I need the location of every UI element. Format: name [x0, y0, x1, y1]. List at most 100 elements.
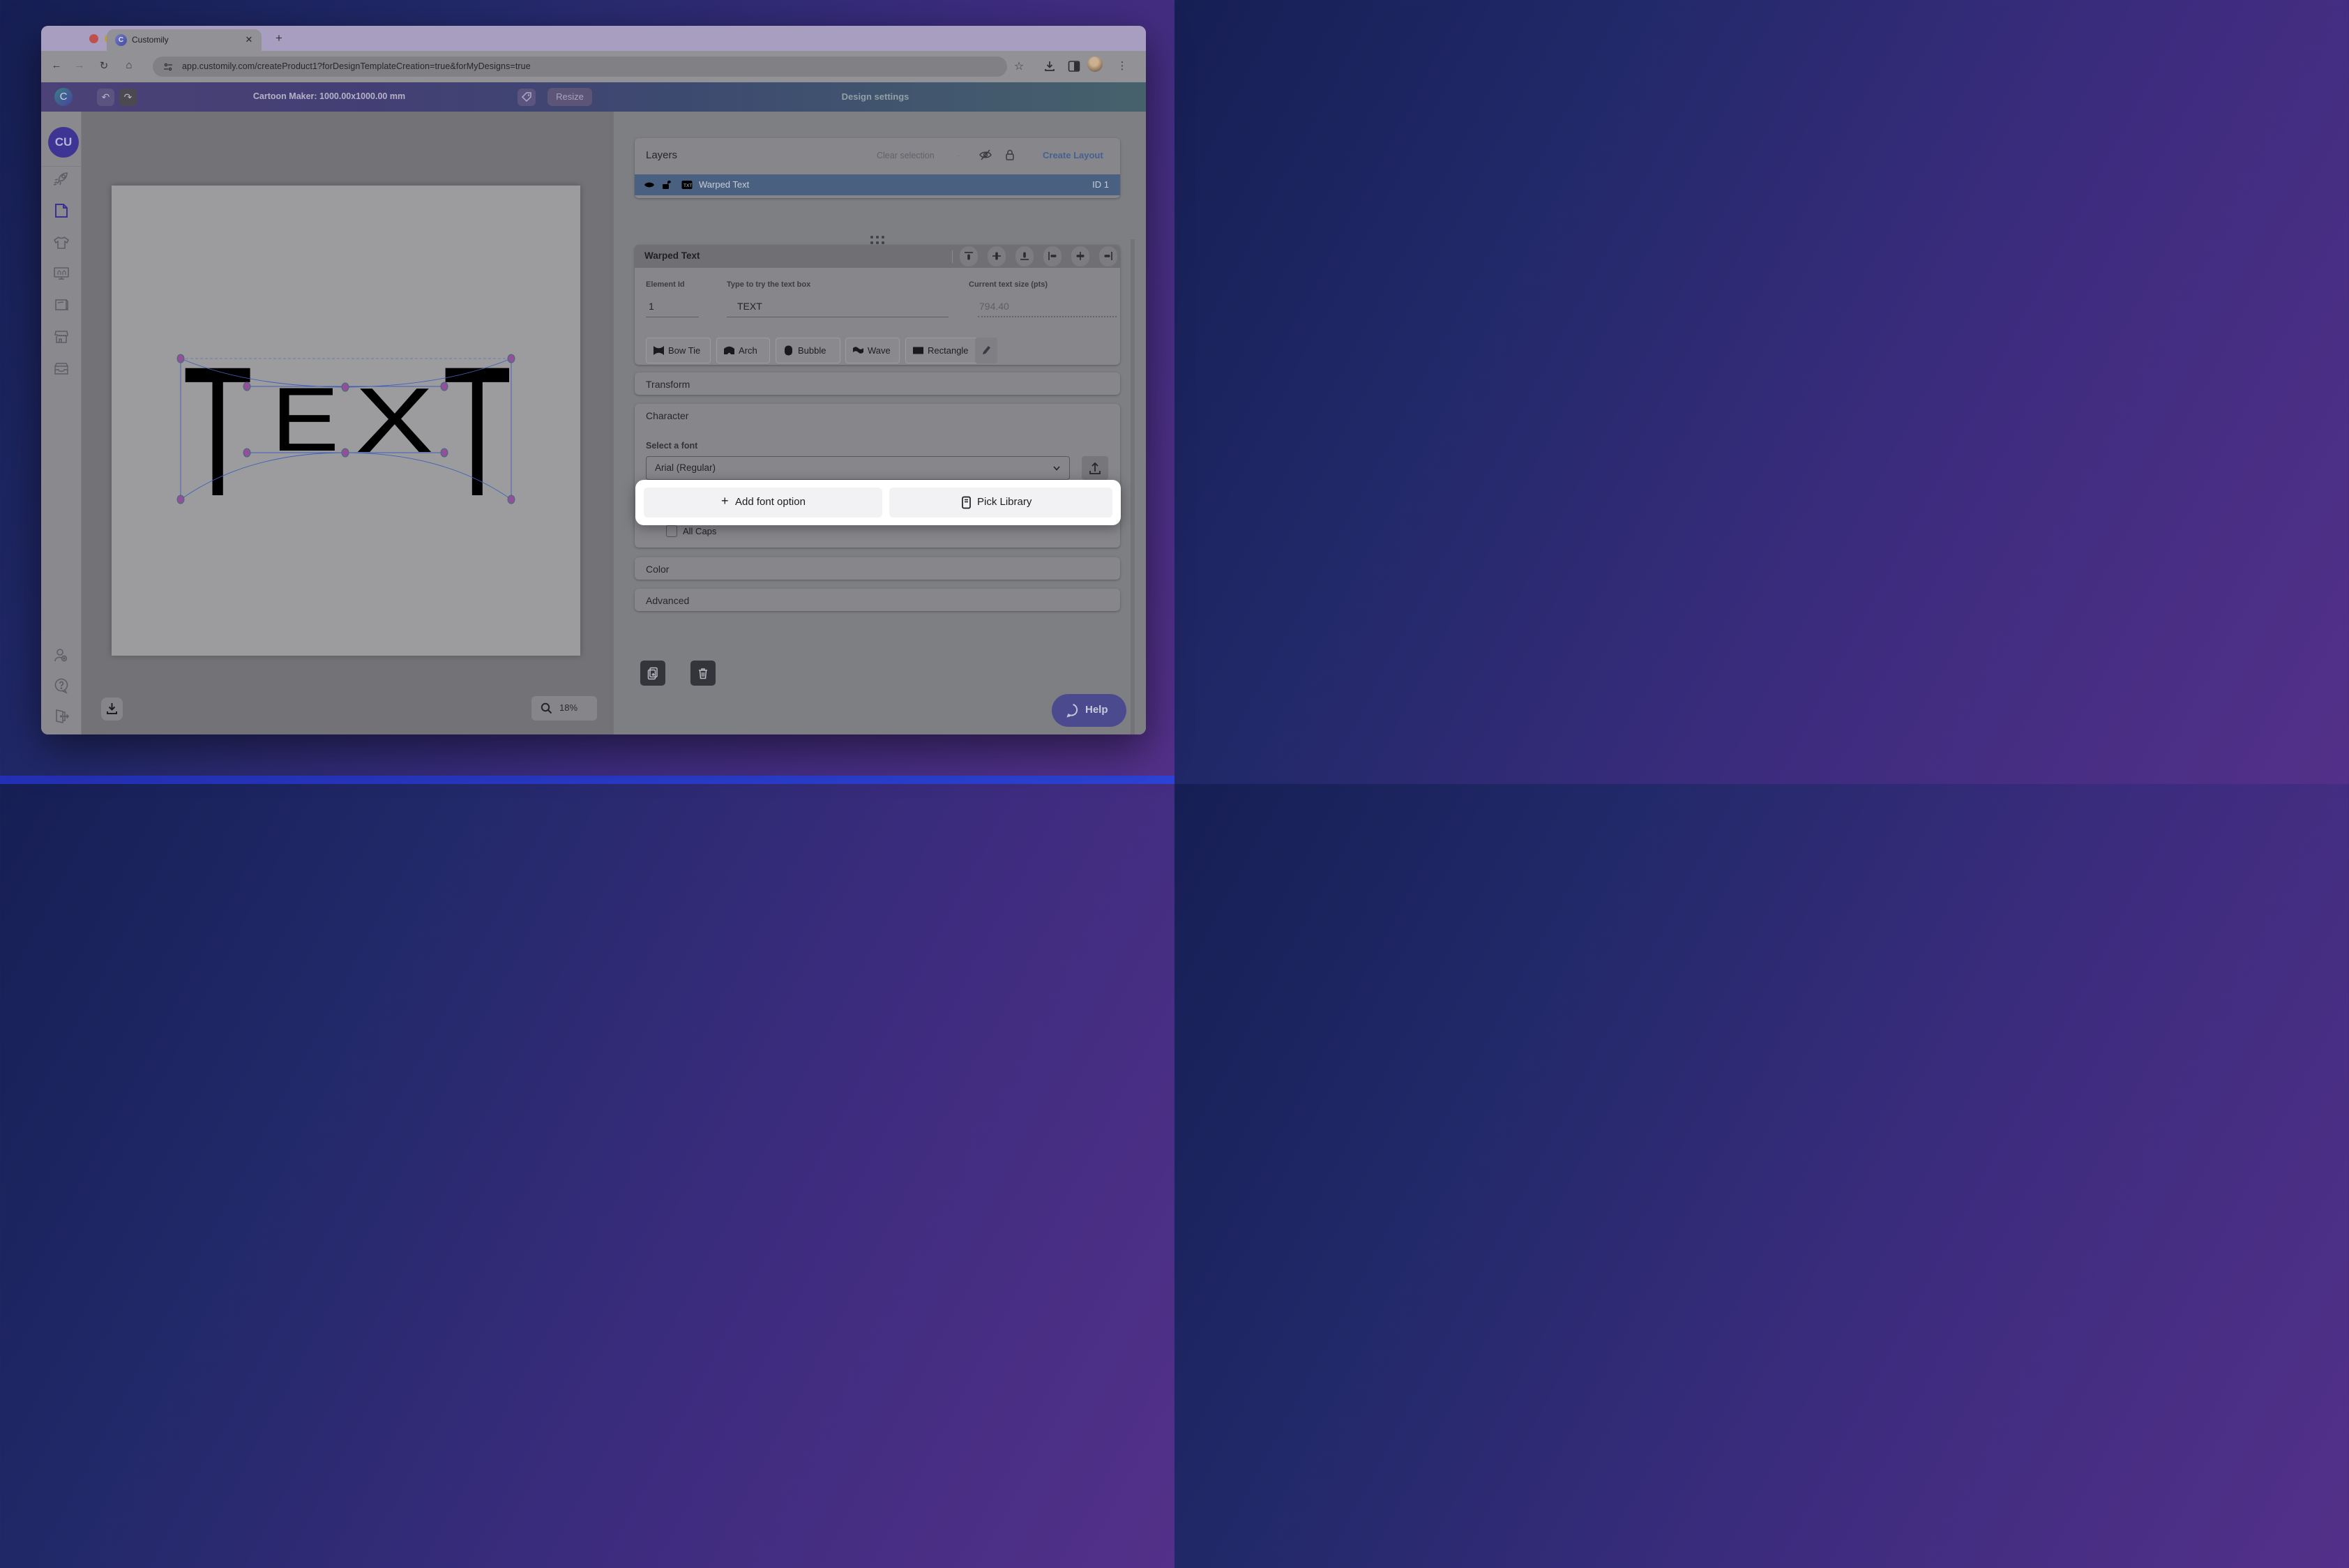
- upload-icon: [1089, 461, 1101, 475]
- bookmark-star-icon[interactable]: ☆: [1012, 59, 1026, 73]
- design-settings-title: Design settings: [842, 91, 909, 102]
- font-options-callout: + Add font option Pick Library: [635, 480, 1121, 525]
- site-settings-icon[interactable]: [163, 61, 174, 73]
- warped-text-card: Warped Text: [635, 245, 1120, 365]
- upload-font-button[interactable]: [1082, 456, 1108, 480]
- tab-close-icon[interactable]: ✕: [243, 34, 255, 45]
- new-tab-button[interactable]: +: [275, 31, 282, 45]
- layers-title: Layers: [646, 149, 677, 161]
- library-icon: [960, 496, 972, 509]
- window-close-button[interactable]: [89, 34, 98, 43]
- editor-topbar: C ↶ ↷ Cartoon Maker: 1000.00x1000.00 mm …: [41, 82, 1146, 112]
- download-icon: [106, 702, 118, 716]
- profile-avatar[interactable]: [1087, 56, 1103, 72]
- warped-text-title: Warped Text: [644, 250, 700, 261]
- align-middle-button[interactable]: [988, 246, 1006, 266]
- zoom-value: 18%: [559, 702, 577, 713]
- tab-favicon: C: [115, 34, 127, 46]
- tag-icon[interactable]: [518, 89, 536, 106]
- add-font-option-button[interactable]: + Add font option: [644, 488, 882, 518]
- character-section[interactable]: Character Select a font Arial (Regular) …: [635, 404, 1120, 548]
- dot-separator: ·: [957, 151, 960, 160]
- shape-arch-button[interactable]: Arch: [716, 338, 770, 363]
- cards-icon[interactable]: [52, 296, 70, 314]
- account-settings-icon[interactable]: [52, 647, 70, 665]
- help-bubble-icon[interactable]: [52, 677, 70, 695]
- back-icon[interactable]: ←: [50, 59, 63, 71]
- resize-button[interactable]: Resize: [547, 88, 592, 106]
- customily-app: C ↶ ↷ Cartoon Maker: 1000.00x1000.00 mm …: [41, 82, 1146, 734]
- type-text-label: Type to try the text box: [727, 280, 810, 289]
- text-size-value: 794.40: [979, 301, 1009, 312]
- type-text-value[interactable]: TEXT: [737, 301, 762, 312]
- font-select[interactable]: Arial (Regular): [646, 456, 1070, 480]
- svg-text:TXT: TXT: [683, 183, 692, 188]
- browser-tab[interactable]: C Customily ✕: [107, 29, 262, 51]
- color-section[interactable]: Color: [635, 557, 1120, 580]
- redo-icon[interactable]: ↷: [119, 89, 137, 106]
- warped-text-header: Warped Text: [635, 245, 1120, 268]
- transform-section[interactable]: Transform: [635, 372, 1120, 395]
- design-canvas[interactable]: T E X T: [82, 112, 614, 734]
- shape-bowtie-button[interactable]: Bow Tie: [646, 338, 711, 363]
- align-top-button[interactable]: [960, 246, 978, 266]
- align-center-button[interactable]: [1071, 246, 1089, 266]
- address-bar[interactable]: app.customily.com/createProduct1?forDesi…: [153, 56, 1007, 77]
- wave-icon: [852, 345, 864, 356]
- help-label: Help: [1085, 704, 1108, 716]
- downloads-icon[interactable]: [1043, 60, 1056, 73]
- inbox-icon[interactable]: [52, 360, 70, 378]
- zoom-control[interactable]: 18%: [531, 696, 597, 721]
- align-left-button[interactable]: [1043, 246, 1062, 266]
- panel-scrollbar[interactable]: [1131, 239, 1135, 734]
- advanced-section[interactable]: Advanced: [635, 589, 1120, 611]
- element-id-value[interactable]: 1: [649, 301, 654, 312]
- account-badge[interactable]: CU: [48, 127, 79, 158]
- layer-visibility-icon[interactable]: [643, 179, 656, 191]
- reload-icon[interactable]: ↻: [97, 59, 111, 72]
- align-bottom-button[interactable]: [1015, 246, 1034, 266]
- side-panel-icon[interactable]: [1068, 60, 1080, 73]
- arch-icon: [723, 345, 735, 356]
- all-caps-checkbox[interactable]: [666, 525, 677, 537]
- trash-icon: [696, 666, 710, 680]
- layer-unlock-icon[interactable]: [660, 179, 672, 191]
- url-text: app.customily.com/createProduct1?forDesi…: [182, 61, 531, 71]
- browser-window: C Customily ✕ + ← → ↻ ⌂ app.customily.co…: [41, 26, 1146, 734]
- canvas-scrollbar[interactable]: [609, 112, 612, 734]
- store-icon[interactable]: [52, 328, 70, 346]
- select-font-label: Select a font: [646, 441, 697, 451]
- browser-menu-icon[interactable]: ⋮: [1115, 59, 1129, 72]
- shape-bubble-button[interactable]: Bubble: [776, 338, 840, 363]
- layers-card: Layers Clear selection · Create Layout: [635, 138, 1120, 198]
- forward-icon[interactable]: →: [73, 59, 86, 71]
- layer-row-selected[interactable]: TXT Warped Text ID 1: [635, 174, 1120, 195]
- shape-rectangle-button[interactable]: Rectangle: [905, 338, 981, 363]
- clear-selection-button[interactable]: Clear selection: [877, 151, 935, 160]
- duplicate-element-button[interactable]: [640, 661, 665, 686]
- warped-text-element[interactable]: T E X T: [82, 112, 614, 734]
- create-layout-link[interactable]: Create Layout: [1043, 150, 1103, 160]
- delete-element-button[interactable]: [690, 661, 716, 686]
- lock-all-icon[interactable]: [1003, 148, 1017, 162]
- home-icon[interactable]: ⌂: [122, 59, 136, 71]
- character-title: Character: [646, 410, 688, 421]
- rocket-icon[interactable]: [52, 170, 70, 188]
- templates-icon[interactable]: [52, 202, 70, 220]
- hide-all-icon[interactable]: [979, 148, 992, 162]
- help-button[interactable]: Help: [1052, 694, 1126, 727]
- apparel-icon[interactable]: [52, 234, 70, 252]
- undo-icon[interactable]: ↶: [97, 89, 114, 106]
- bubble-icon: [783, 345, 794, 356]
- design-settings-panel: Layers Clear selection · Create Layout: [614, 112, 1146, 734]
- shape-wave-button[interactable]: Wave: [845, 338, 900, 363]
- logout-icon[interactable]: [52, 707, 70, 725]
- bowtie-icon: [653, 345, 665, 356]
- download-design-button[interactable]: [101, 698, 123, 721]
- edit-shape-button[interactable]: [975, 338, 997, 363]
- pick-library-button[interactable]: Pick Library: [889, 488, 1112, 518]
- mockups-icon[interactable]: [52, 264, 70, 282]
- document-title: Cartoon Maker: 1000.00x1000.00 mm: [253, 91, 405, 101]
- align-right-button[interactable]: [1099, 246, 1117, 266]
- panel-drag-handle[interactable]: [870, 236, 886, 245]
